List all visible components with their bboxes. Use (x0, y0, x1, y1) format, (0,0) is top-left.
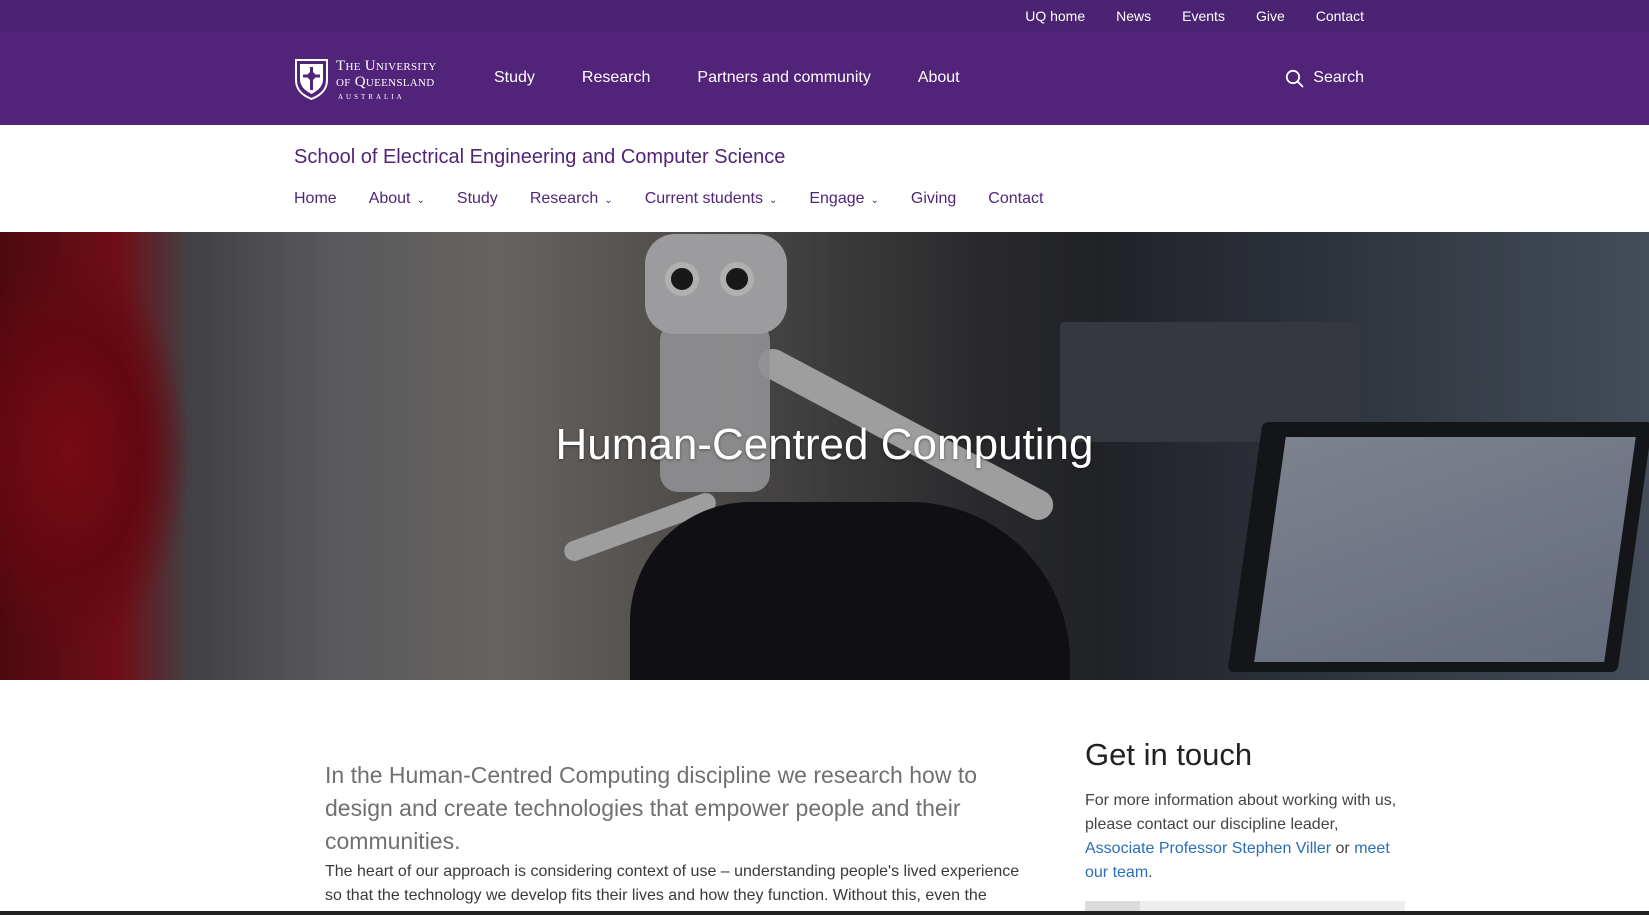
get-in-touch-text: For more information about working with … (1085, 789, 1405, 885)
local-nav-research[interactable]: Research ⌄ (530, 190, 613, 208)
local-nav-label: Home (294, 190, 337, 207)
local-nav-engage[interactable]: Engage ⌄ (809, 190, 879, 208)
body-paragraph: The heart of our approach is considering… (325, 863, 1020, 915)
logo-line-2: of Queensland (336, 74, 435, 90)
uq-crest-icon (295, 59, 328, 100)
get-in-touch-heading: Get in touch (1085, 737, 1253, 772)
utility-link-news[interactable]: News (1116, 8, 1151, 24)
logo-line-1: The University (336, 58, 437, 74)
local-nav-label: Contact (988, 190, 1044, 207)
site-title[interactable]: School of Electrical Engineering and Com… (294, 146, 785, 169)
uq-logo[interactable]: The University of Queensland AUSTRALIA (294, 58, 437, 101)
site-header: School of Electrical Engineering and Com… (0, 125, 1649, 232)
global-nav-partners[interactable]: Partners and community (697, 69, 870, 87)
get-in-touch-panel: Get in touch For more information about … (1085, 737, 1405, 913)
window-bottom-edge (0, 911, 1649, 915)
local-nav-giving[interactable]: Giving (911, 190, 956, 208)
local-nav-label: About (368, 190, 411, 207)
global-nav-research[interactable]: Research (582, 69, 650, 87)
local-nav: Home About ⌄ Study Research ⌄ Current stud… (294, 190, 1075, 208)
contact-text: For more information about working with … (1085, 792, 1397, 833)
local-nav-current-students[interactable]: Current students ⌄ (645, 190, 778, 208)
main-content: In the Human-Centred Computing disciplin… (0, 680, 1649, 915)
chevron-down-icon: ⌄ (416, 194, 425, 206)
chevron-down-icon: ⌄ (604, 194, 613, 206)
search-label: Search (1313, 69, 1364, 86)
contact-text: . (1148, 864, 1153, 881)
utility-nav: UQ home News Events Give Contact (994, 0, 1364, 31)
discipline-leader-link[interactable]: Associate Professor Stephen Viller (1085, 840, 1331, 857)
local-nav-home[interactable]: Home (294, 190, 337, 208)
local-nav-label: Research (529, 190, 599, 207)
utility-link-events[interactable]: Events (1182, 8, 1225, 24)
global-nav-study[interactable]: Study (494, 69, 535, 87)
hero-banner: Human-Centred Computing (0, 232, 1649, 680)
utility-bar: UQ home News Events Give Contact (0, 0, 1649, 31)
search-button[interactable]: Search (1285, 31, 1364, 125)
utility-link-give[interactable]: Give (1256, 8, 1285, 24)
utility-link-uq-home[interactable]: UQ home (1025, 8, 1085, 24)
local-nav-study[interactable]: Study (457, 190, 498, 208)
contact-text: or (1331, 840, 1355, 857)
local-nav-label: Giving (910, 190, 957, 207)
local-nav-label: Engage (809, 190, 865, 207)
global-header: The University of Queensland AUSTRALIA S… (0, 31, 1649, 125)
local-nav-label: Current students (644, 190, 763, 207)
page-title: Human-Centred Computing (555, 420, 1094, 469)
lead-paragraph: In the Human-Centred Computing disciplin… (325, 762, 977, 854)
search-icon (1286, 69, 1304, 87)
local-nav-label: Study (456, 190, 498, 207)
local-nav-contact[interactable]: Contact (988, 190, 1043, 208)
global-nav-about[interactable]: About (918, 69, 960, 87)
chevron-down-icon: ⌄ (768, 194, 778, 206)
utility-link-contact[interactable]: Contact (1316, 8, 1364, 24)
logo-line-3: AUSTRALIA (338, 93, 405, 101)
global-menu: Study Research Partners and community Ab… (494, 31, 1007, 125)
chevron-down-icon: ⌄ (870, 194, 879, 206)
local-nav-about[interactable]: About ⌄ (369, 190, 425, 208)
